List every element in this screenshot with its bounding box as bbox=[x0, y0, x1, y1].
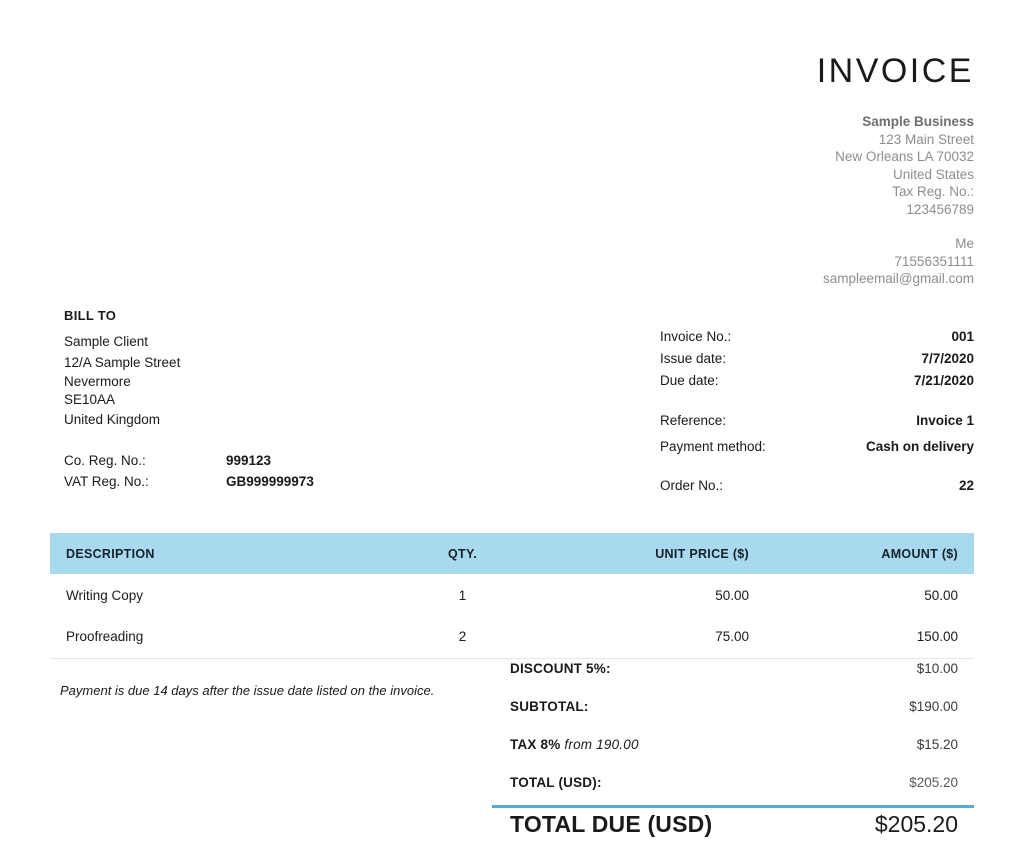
discount-value: $10.00 bbox=[916, 661, 958, 676]
item-amount: 150.00 bbox=[765, 616, 974, 659]
reference-label: Reference: bbox=[660, 413, 727, 428]
table-row: VAT Reg. No.: GB999999973 bbox=[64, 471, 314, 492]
vat-reg-label: VAT Reg. No.: bbox=[64, 474, 149, 489]
bill-to-label: BILL TO bbox=[64, 308, 117, 323]
meta-row-invoice-no: Invoice No.: 001 bbox=[660, 326, 974, 348]
due-date-label: Due date: bbox=[660, 373, 719, 388]
invoice-meta-block: Invoice No.: 001 Issue date: 7/7/2020 Du… bbox=[660, 326, 974, 497]
client-registration-table: Co. Reg. No.: 999123 VAT Reg. No.: GB999… bbox=[64, 450, 314, 492]
total-value: $205.20 bbox=[909, 775, 958, 790]
item-amount: 50.00 bbox=[924, 587, 958, 603]
invoice-page: INVOICE Sample Business 123 Main Street … bbox=[0, 0, 1024, 845]
invoice-no-value: 001 bbox=[951, 329, 974, 344]
client-country: United Kingdom bbox=[64, 412, 161, 427]
meta-row-issue-date: Issue date: 7/7/2020 bbox=[660, 348, 974, 370]
client-postcode: SE10AA bbox=[64, 392, 116, 407]
totals-block: DISCOUNT 5%: $10.00 SUBTOTAL: $190.00 TA… bbox=[492, 661, 974, 813]
tax-label-rate: TAX 8% bbox=[510, 737, 561, 752]
payment-method-value: Cash on delivery bbox=[865, 439, 974, 454]
reference-value: Invoice 1 bbox=[916, 413, 974, 428]
column-header-description: DESCRIPTION bbox=[50, 533, 380, 574]
grand-total-value: $205.20 bbox=[874, 811, 958, 837]
discount-label: DISCOUNT 5%: bbox=[510, 661, 611, 676]
table-row: Proofreading 2 75.00 150.00 bbox=[50, 616, 974, 659]
sender-street: 123 Main Street bbox=[878, 131, 974, 147]
table-row: Writing Copy 1 50.00 50.00 bbox=[50, 574, 974, 616]
items-header-row: DESCRIPTION QTY. UNIT PRICE ($) AMOUNT (… bbox=[50, 533, 974, 574]
sender-block-spacer bbox=[614, 218, 974, 235]
issue-date-value: 7/7/2020 bbox=[921, 351, 974, 366]
totals-row-subtotal: SUBTOTAL: $190.00 bbox=[492, 699, 974, 737]
meta-row-payment-method: Payment method: Cash on delivery bbox=[660, 438, 974, 455]
co-reg-value: 999123 bbox=[226, 453, 272, 468]
tax-label-base: from 190.00 bbox=[560, 737, 639, 752]
item-qty: 2 bbox=[380, 616, 545, 659]
column-header-amount: AMOUNT ($) bbox=[765, 533, 974, 574]
issue-date-label: Issue date: bbox=[660, 351, 727, 366]
subtotal-value: $190.00 bbox=[909, 699, 958, 714]
sender-company-name: Sample Business bbox=[862, 114, 974, 129]
tax-label: TAX 8% from 190.00 bbox=[510, 737, 639, 752]
totals-row-tax: TAX 8% from 190.00 $15.20 bbox=[492, 737, 974, 775]
column-header-qty: QTY. bbox=[380, 533, 545, 574]
page-title: INVOICE bbox=[816, 52, 974, 90]
meta-gap bbox=[660, 392, 974, 410]
sender-tax-reg-number: 123456789 bbox=[906, 201, 974, 217]
item-qty: 1 bbox=[458, 587, 467, 603]
total-label: TOTAL (USD): bbox=[510, 775, 602, 790]
invoice-no-label: Invoice No.: bbox=[660, 329, 732, 344]
item-description: Writing Copy bbox=[66, 587, 144, 603]
client-city: Nevermore bbox=[64, 374, 131, 389]
co-reg-label: Co. Reg. No.: bbox=[64, 453, 146, 468]
sender-info-block: Sample Business 123 Main Street New Orle… bbox=[614, 113, 974, 288]
item-unit-price: 75.00 bbox=[545, 616, 765, 659]
column-header-unit-price: UNIT PRICE ($) bbox=[545, 533, 765, 574]
tax-value: $15.20 bbox=[916, 737, 958, 752]
meta-gap bbox=[660, 455, 974, 475]
meta-row-order-no: Order No.: 22 bbox=[660, 475, 974, 497]
meta-row-reference: Reference: Invoice 1 bbox=[660, 410, 974, 432]
line-items-table: DESCRIPTION QTY. UNIT PRICE ($) AMOUNT (… bbox=[50, 533, 974, 659]
client-name: Sample Client bbox=[64, 334, 149, 349]
sender-city-state-zip: New Orleans LA 70032 bbox=[835, 149, 974, 164]
client-street: 12/A Sample Street bbox=[64, 355, 181, 370]
table-row: Co. Reg. No.: 999123 bbox=[64, 450, 314, 471]
vat-reg-value: GB999999973 bbox=[226, 474, 314, 489]
sender-email: sampleemail@gmail.com bbox=[823, 271, 974, 286]
due-date-value: 7/21/2020 bbox=[913, 373, 974, 388]
meta-row-due-date: Due date: 7/21/2020 bbox=[660, 370, 974, 392]
sender-phone: 71556351111 bbox=[894, 253, 974, 269]
order-no-value: 22 bbox=[958, 478, 974, 493]
accent-divider bbox=[492, 805, 974, 808]
payment-method-label: Payment method: bbox=[660, 439, 766, 454]
sender-contact-name: Me bbox=[955, 236, 974, 251]
payment-terms-note: Payment is due 14 days after the issue d… bbox=[60, 683, 435, 698]
grand-total-label: TOTAL DUE (USD) bbox=[510, 811, 713, 837]
bill-to-block: BILL TO Sample Client 12/A Sample Street… bbox=[64, 305, 464, 430]
sender-country: United States bbox=[892, 166, 974, 182]
order-no-label: Order No.: bbox=[660, 478, 724, 493]
subtotal-label: SUBTOTAL: bbox=[510, 699, 589, 714]
item-description: Proofreading bbox=[50, 616, 380, 659]
sender-tax-reg-label: Tax Reg. No.: bbox=[892, 184, 974, 199]
grand-total-row: TOTAL DUE (USD) $205.20 bbox=[492, 811, 974, 838]
totals-row-discount: DISCOUNT 5%: $10.00 bbox=[492, 661, 974, 699]
item-unit-price: 50.00 bbox=[715, 587, 749, 603]
